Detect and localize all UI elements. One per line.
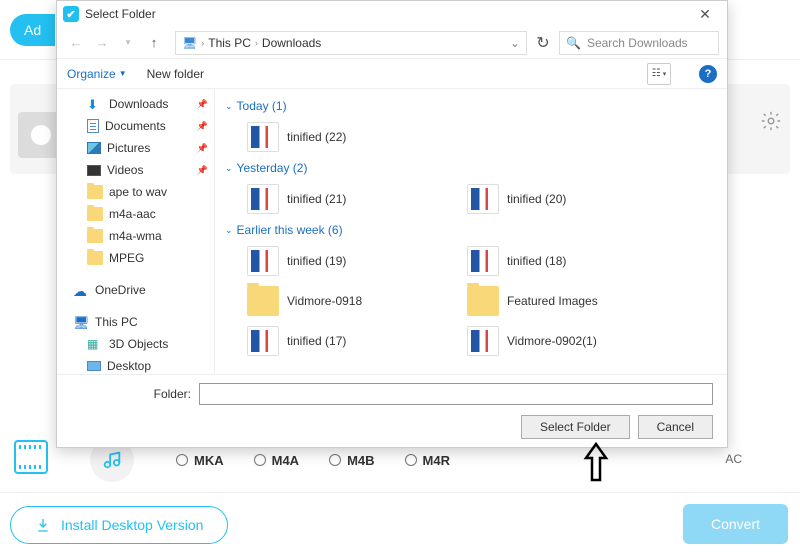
tree-item[interactable]: Desktop xyxy=(57,355,214,374)
group-header[interactable]: ⌄ Earlier this week (6) xyxy=(225,219,723,241)
help-icon[interactable]: ? xyxy=(699,65,717,83)
pc-icon: 🖥 xyxy=(182,36,197,50)
install-desktop-button[interactable]: Install Desktop Version xyxy=(10,506,228,544)
new-folder-button[interactable]: New folder xyxy=(147,67,204,81)
film-icon[interactable] xyxy=(14,440,48,474)
folder-item[interactable]: Vidmore-0918 xyxy=(225,281,445,321)
folder-item[interactable]: tinified (17) xyxy=(225,321,445,361)
tree-item[interactable]: m4a-wma xyxy=(57,225,214,247)
trail-text: AC xyxy=(725,452,742,466)
radio-m4b[interactable]: M4B xyxy=(329,453,374,468)
folder-item[interactable]: tinified (22) xyxy=(225,117,445,157)
tree-item[interactable]: Videos📌 xyxy=(57,159,214,181)
radio-mka[interactable]: MKA xyxy=(176,453,224,468)
gear-icon[interactable] xyxy=(760,110,782,137)
recent-dropdown-icon[interactable]: ▾ xyxy=(117,32,139,54)
select-folder-dialog: ✔ Select Folder ✕ ← → ▾ ↑ 🖥 › This PC › … xyxy=(56,0,728,448)
radio-m4a[interactable]: M4A xyxy=(254,453,299,468)
tree-item[interactable]: ⬇Downloads📌 xyxy=(57,93,214,115)
back-icon[interactable]: ← xyxy=(65,32,87,54)
dialog-title: Select Folder xyxy=(85,7,156,21)
folder-item[interactable]: tinified (19) xyxy=(225,241,445,281)
forward-icon: → xyxy=(91,32,113,54)
folder-item[interactable]: tinified (18) xyxy=(445,241,665,281)
folder-content[interactable]: ⌄ Today (1)tinified (22)⌄ Yesterday (2)t… xyxy=(215,89,727,374)
group-header[interactable]: ⌄ Yesterday (2) xyxy=(225,157,723,179)
tree-thispc[interactable]: 🖥This PC xyxy=(57,311,214,333)
folder-item[interactable]: Vidmore-0902(1) xyxy=(445,321,665,361)
refresh-icon[interactable]: ↻ xyxy=(531,31,555,55)
nav-tree[interactable]: ⬇Downloads📌Documents📌Pictures📌Videos📌ape… xyxy=(57,89,215,374)
folder-item[interactable]: Featured Images xyxy=(445,281,665,321)
tree-item[interactable]: MPEG xyxy=(57,247,214,269)
view-options-icon[interactable]: ☷▾ xyxy=(647,63,671,85)
folder-item[interactable]: tinified (20) xyxy=(445,179,665,219)
folder-name-input[interactable] xyxy=(199,383,713,405)
tree-item[interactable]: Pictures📌 xyxy=(57,137,214,159)
select-folder-button[interactable]: Select Folder xyxy=(521,415,630,439)
titlebar: ✔ Select Folder ✕ xyxy=(57,1,727,27)
group-header[interactable]: ⌄ Today (1) xyxy=(225,95,723,117)
breadcrumb[interactable]: 🖥 › This PC › Downloads ⌄ xyxy=(175,31,527,55)
tree-onedrive[interactable]: ☁OneDrive xyxy=(57,279,214,301)
search-icon: 🔍 xyxy=(566,36,581,50)
tree-item[interactable]: Documents📌 xyxy=(57,115,214,137)
tree-item[interactable]: ape to wav xyxy=(57,181,214,203)
add-button[interactable]: Ad xyxy=(10,14,55,46)
folder-item[interactable]: tinified (21) xyxy=(225,179,445,219)
radio-m4r[interactable]: M4R xyxy=(405,453,450,468)
cancel-button[interactable]: Cancel xyxy=(638,415,713,439)
tree-item[interactable]: ▦3D Objects xyxy=(57,333,214,355)
chevron-down-icon[interactable]: ⌄ xyxy=(510,36,520,50)
close-icon[interactable]: ✕ xyxy=(689,4,721,24)
app-icon: ✔ xyxy=(63,6,79,22)
up-icon[interactable]: ↑ xyxy=(143,32,165,54)
tree-item[interactable]: m4a-aac xyxy=(57,203,214,225)
convert-button[interactable]: Convert xyxy=(683,504,788,544)
organize-menu[interactable]: Organize▼ xyxy=(67,67,127,81)
search-input[interactable]: 🔍 Search Downloads xyxy=(559,31,719,55)
folder-label: Folder: xyxy=(71,387,191,401)
